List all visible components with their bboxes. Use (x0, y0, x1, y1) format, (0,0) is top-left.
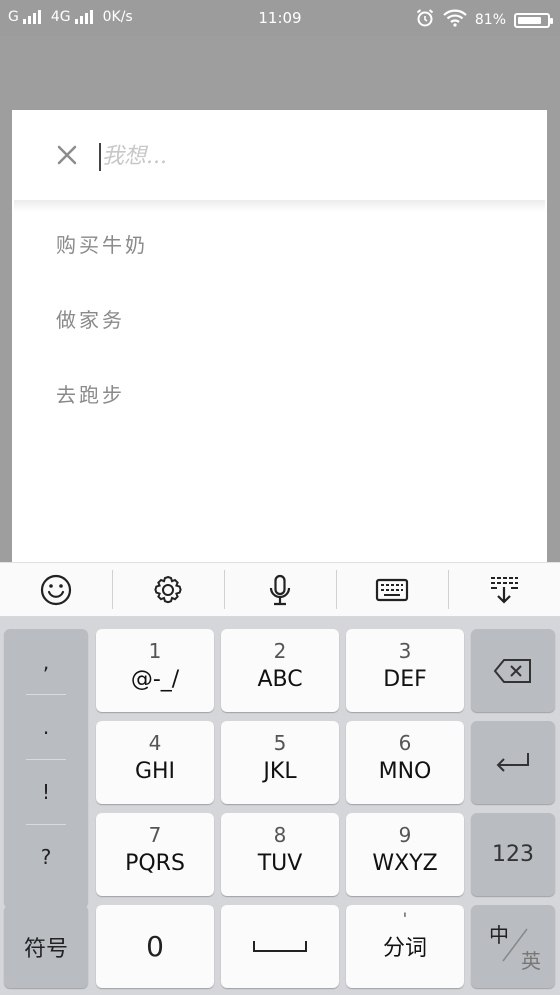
battery-icon (514, 12, 553, 28)
microphone-icon (269, 574, 291, 605)
key-2[interactable]: 2 ABC (221, 629, 339, 712)
hide-keyboard-button[interactable] (448, 563, 560, 616)
space-key[interactable] (221, 905, 339, 988)
close-button[interactable] (52, 140, 82, 170)
key-7[interactable]: 7 PQRS (96, 813, 214, 896)
key-6[interactable]: 6 MNO (346, 721, 464, 804)
voice-input-button[interactable] (224, 563, 336, 616)
punctuation-column: , . ! ? (4, 629, 88, 907)
input-row (12, 110, 547, 200)
text-caret (99, 143, 101, 171)
key-4[interactable]: 4 GHI (96, 721, 214, 804)
key-1[interactable]: 1 @-_/ (96, 629, 214, 712)
suggestion-item[interactable]: 做家务 (12, 281, 547, 356)
backspace-icon (493, 658, 531, 683)
suggestion-item[interactable]: 去跑步 (12, 356, 547, 431)
keyboard-icon (375, 578, 409, 601)
keyboard-toolbar (0, 562, 560, 617)
segment-key[interactable]: ' 分词 (346, 905, 464, 988)
punct-question-key[interactable]: ? (26, 824, 66, 889)
keyboard: , . ! ? 1 @-_/ 2 ABC 3 DEF 4 GHI 5 JKL 6… (0, 617, 560, 995)
battery-percent: 81% (474, 12, 506, 28)
task-input[interactable] (102, 136, 522, 176)
punct-period-key[interactable]: . (26, 694, 66, 759)
punct-exclamation-key[interactable]: ! (26, 759, 66, 824)
key-9[interactable]: 9 WXYZ (346, 813, 464, 896)
backspace-key[interactable] (471, 629, 555, 712)
enter-icon (496, 752, 529, 772)
key-5[interactable]: 5 JKL (221, 721, 339, 804)
emoji-icon (40, 574, 72, 605)
emoji-button[interactable] (0, 563, 112, 616)
language-switch-key[interactable]: 中 英 (471, 905, 555, 988)
suggestion-item[interactable]: 购买牛奶 (12, 206, 547, 281)
alarm-icon (415, 8, 435, 32)
dim-backdrop[interactable] (0, 36, 560, 110)
suggestion-list: 购买牛奶 做家务 去跑步 (12, 206, 547, 431)
key-0[interactable]: 0 (96, 905, 214, 988)
punct-comma-key[interactable]: , (26, 629, 66, 694)
close-icon (57, 145, 77, 165)
status-bar: G 4G 0K/s 11:09 81% (0, 0, 560, 36)
settings-icon (154, 575, 182, 603)
settings-button[interactable] (112, 563, 224, 616)
collapse-keyboard-icon (491, 576, 518, 604)
lang-en-label: 英 (521, 949, 541, 973)
key-8[interactable]: 8 TUV (221, 813, 339, 896)
space-icon (253, 940, 307, 952)
symbol-key[interactable]: 符号 (4, 905, 88, 988)
wifi-icon (443, 9, 467, 31)
enter-key[interactable] (471, 721, 555, 804)
keyboard-layout-button[interactable] (336, 563, 448, 616)
key-3[interactable]: 3 DEF (346, 629, 464, 712)
quick-add-card: 购买牛奶 做家务 去跑步 (12, 110, 547, 562)
status-right: 81% (415, 8, 553, 32)
number-mode-key[interactable]: 123 (471, 813, 555, 896)
